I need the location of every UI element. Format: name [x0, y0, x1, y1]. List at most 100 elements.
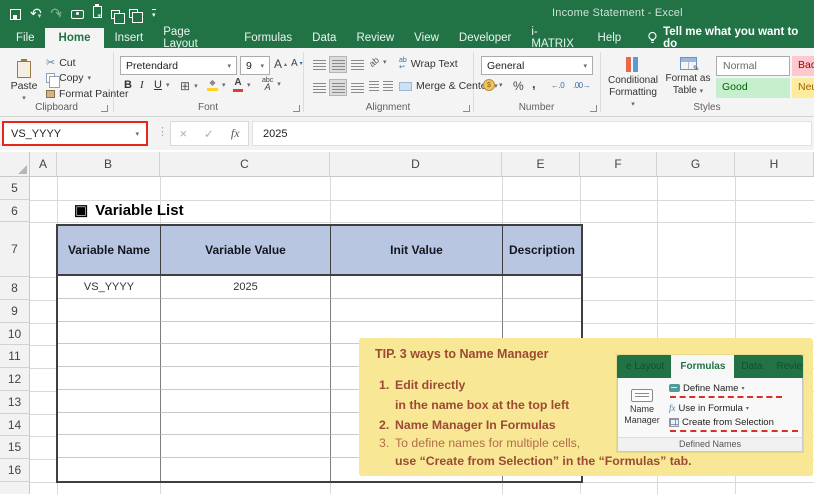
table-cell[interactable]	[503, 299, 581, 322]
customize-qat-icon[interactable]: ▾	[152, 9, 156, 19]
redo-button[interactable]: ↷▾	[50, 5, 61, 23]
tab-file[interactable]: File	[6, 28, 45, 48]
table-cell[interactable]	[161, 344, 331, 367]
table-cell[interactable]	[161, 299, 331, 322]
row-header-8[interactable]: 8	[0, 277, 30, 300]
row-header-13[interactable]: 13	[0, 391, 30, 414]
underline-dropdown-icon[interactable]: ▾	[166, 81, 170, 89]
table-cell[interactable]	[331, 276, 503, 299]
col-header-F[interactable]: F	[580, 152, 657, 177]
tab-page-layout[interactable]: Page Layout	[153, 28, 234, 48]
tab-formulas[interactable]: Formulas	[234, 28, 302, 48]
increase-decimal-button[interactable]: ←.0	[551, 81, 564, 90]
align-left-button[interactable]	[310, 79, 328, 96]
cell-style-bad[interactable]: Bad	[792, 56, 814, 76]
enter-icon[interactable]: ✓	[204, 127, 214, 141]
table-cell[interactable]	[58, 367, 161, 390]
font-dialog-launcher-icon[interactable]	[293, 105, 300, 112]
font-name-combo[interactable]: Pretendard ▾	[120, 56, 237, 75]
grow-font-button[interactable]: A▴	[274, 57, 287, 71]
table-header-cell[interactable]: Variable Value	[161, 226, 331, 276]
copy-picture-button[interactable]: ▾	[129, 5, 144, 23]
copy-dropdown-icon[interactable]: ▾	[88, 74, 92, 82]
tab-help[interactable]: Help	[588, 28, 632, 48]
table-cell[interactable]	[161, 322, 331, 345]
shrink-font-button[interactable]: A▾	[291, 58, 303, 69]
accounting-format-button[interactable]: $ ▾	[483, 79, 503, 91]
table-cell[interactable]	[58, 344, 161, 367]
table-cell[interactable]	[58, 435, 161, 458]
tell-me-box[interactable]: Tell me what you want to do	[647, 28, 814, 48]
row-header-7[interactable]: 7	[0, 222, 30, 277]
tab-insert[interactable]: Insert	[104, 28, 153, 48]
orientation-button[interactable]: ab ▾	[369, 57, 387, 67]
cell-style-normal[interactable]: Normal	[716, 56, 790, 76]
tab-review[interactable]: Review	[346, 28, 404, 48]
undo-dropdown-icon[interactable]: ▾	[38, 13, 42, 20]
percent-style-button[interactable]: %	[513, 79, 524, 93]
decrease-indent-icon[interactable]	[369, 81, 379, 91]
table-cell[interactable]	[161, 390, 331, 413]
col-header-H[interactable]: H	[735, 152, 814, 177]
accounting-dropdown-icon[interactable]: ▾	[499, 81, 503, 89]
align-right-button[interactable]	[348, 79, 366, 96]
copy-button[interactable]: Copy ▾	[46, 72, 91, 84]
table-cell[interactable]	[161, 367, 331, 390]
fill-color-dropdown-icon[interactable]: ▾	[222, 81, 226, 89]
col-header-E[interactable]: E	[502, 152, 580, 177]
paste-button[interactable]: Paste ▾	[6, 54, 42, 108]
formula-bar-resize-handle[interactable]: ⋮	[157, 125, 168, 138]
table-cell[interactable]	[58, 458, 161, 481]
col-header-D[interactable]: D	[330, 152, 502, 177]
row-header-15[interactable]: 15	[0, 436, 30, 459]
table-cell[interactable]	[58, 390, 161, 413]
table-header-cell[interactable]: Description	[503, 226, 581, 276]
table-cell[interactable]	[161, 458, 331, 481]
number-dialog-launcher-icon[interactable]	[590, 105, 597, 112]
name-box[interactable]: VS_YYYY ▾	[2, 121, 148, 146]
italic-button[interactable]: I	[140, 79, 144, 91]
table-cell[interactable]	[58, 299, 161, 322]
cut-button[interactable]: ✂ Cut	[46, 56, 76, 69]
table-cell[interactable]: VS_YYYY	[58, 276, 161, 299]
paste-special-button[interactable]: ▾	[93, 5, 102, 23]
tab-data[interactable]: Data	[302, 28, 346, 48]
align-middle-button[interactable]	[329, 56, 347, 73]
row-header-16[interactable]: 16	[0, 459, 30, 482]
row-header-14[interactable]: 14	[0, 414, 30, 436]
table-cell[interactable]	[58, 322, 161, 345]
insert-function-icon[interactable]: fx	[231, 126, 240, 141]
camera-icon[interactable]	[71, 10, 84, 19]
row-header-9[interactable]: 9	[0, 300, 30, 323]
font-color-button[interactable]: A ▾	[233, 78, 251, 92]
font-name-dropdown-icon[interactable]: ▾	[227, 62, 231, 70]
table-cell[interactable]	[161, 435, 331, 458]
copy-cells-icon[interactable]	[111, 10, 120, 19]
number-format-combo[interactable]: General ▾	[481, 56, 593, 75]
number-format-dropdown-icon[interactable]: ▾	[583, 62, 587, 70]
borders-button[interactable]: ⊞ ▾	[180, 79, 198, 93]
col-header-G[interactable]: G	[657, 152, 735, 177]
tab-i-matrix[interactable]: i-MATRIX	[521, 28, 587, 48]
phonetic-button[interactable]: abcA ▾	[262, 78, 281, 91]
paste-dropdown-icon[interactable]: ▾	[22, 94, 26, 102]
col-header-A[interactable]: A	[30, 152, 57, 177]
col-header-C[interactable]: C	[160, 152, 330, 177]
decrease-decimal-button[interactable]: .00→	[573, 81, 590, 90]
tab-home[interactable]: Home	[45, 28, 105, 48]
select-all-button[interactable]	[0, 152, 30, 177]
table-header-cell[interactable]: Init Value	[331, 226, 503, 276]
bold-button[interactable]: B	[124, 79, 132, 91]
format-painter-button[interactable]: Format Painter	[46, 88, 128, 100]
borders-dropdown-icon[interactable]: ▾	[194, 82, 198, 90]
undo-button[interactable]: ↶▾	[30, 5, 41, 23]
col-header-B[interactable]: B	[57, 152, 160, 177]
row-header-partial[interactable]	[0, 482, 30, 494]
row-header-5[interactable]: 5	[0, 177, 30, 200]
row-header-11[interactable]: 11	[0, 345, 30, 368]
alignment-dialog-launcher-icon[interactable]	[463, 105, 470, 112]
underline-button[interactable]: U ▾	[154, 79, 169, 91]
tab-view[interactable]: View	[404, 28, 449, 48]
phonetic-dropdown-icon[interactable]: ▾	[277, 80, 281, 88]
table-cell[interactable]	[58, 413, 161, 436]
